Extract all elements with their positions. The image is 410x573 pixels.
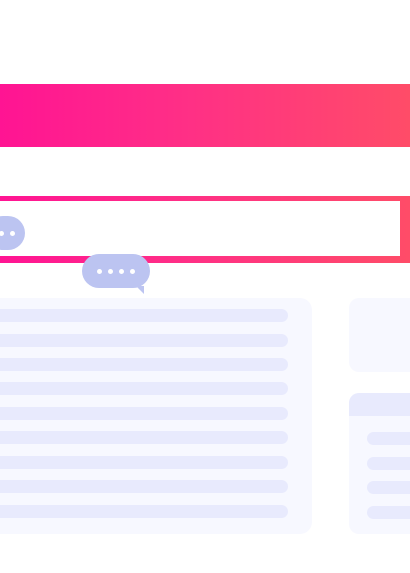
side-card-top [349, 298, 410, 372]
side-card-row-placeholder [367, 506, 410, 519]
app-canvas [0, 0, 410, 573]
bubble-tail [136, 286, 144, 294]
side-card-row-placeholder [367, 481, 410, 494]
typing-indicator-bubble [82, 254, 150, 294]
typing-dot [108, 268, 113, 274]
list-item-placeholder [0, 431, 288, 444]
list-item-placeholder [0, 358, 288, 371]
message-input-frame [0, 196, 410, 263]
list-item-placeholder [0, 334, 288, 347]
side-card-row-placeholder [367, 457, 410, 470]
list-item-placeholder [0, 382, 288, 395]
side-card-header [349, 393, 410, 416]
side-card-row-placeholder [367, 432, 410, 445]
list-item-placeholder [0, 309, 288, 322]
message-input[interactable] [0, 201, 400, 256]
list-item-placeholder [0, 407, 288, 420]
typing-dot [10, 230, 15, 236]
typing-dot [0, 230, 4, 236]
typing-dot [130, 268, 135, 274]
side-card-bottom [349, 393, 410, 534]
list-item-placeholder [0, 456, 288, 469]
list-item-placeholder [0, 480, 288, 493]
header-banner [0, 84, 410, 147]
list-item-placeholder [0, 505, 288, 518]
typing-dot [119, 268, 124, 274]
typing-dot [97, 268, 102, 274]
message-list-panel [0, 298, 312, 534]
